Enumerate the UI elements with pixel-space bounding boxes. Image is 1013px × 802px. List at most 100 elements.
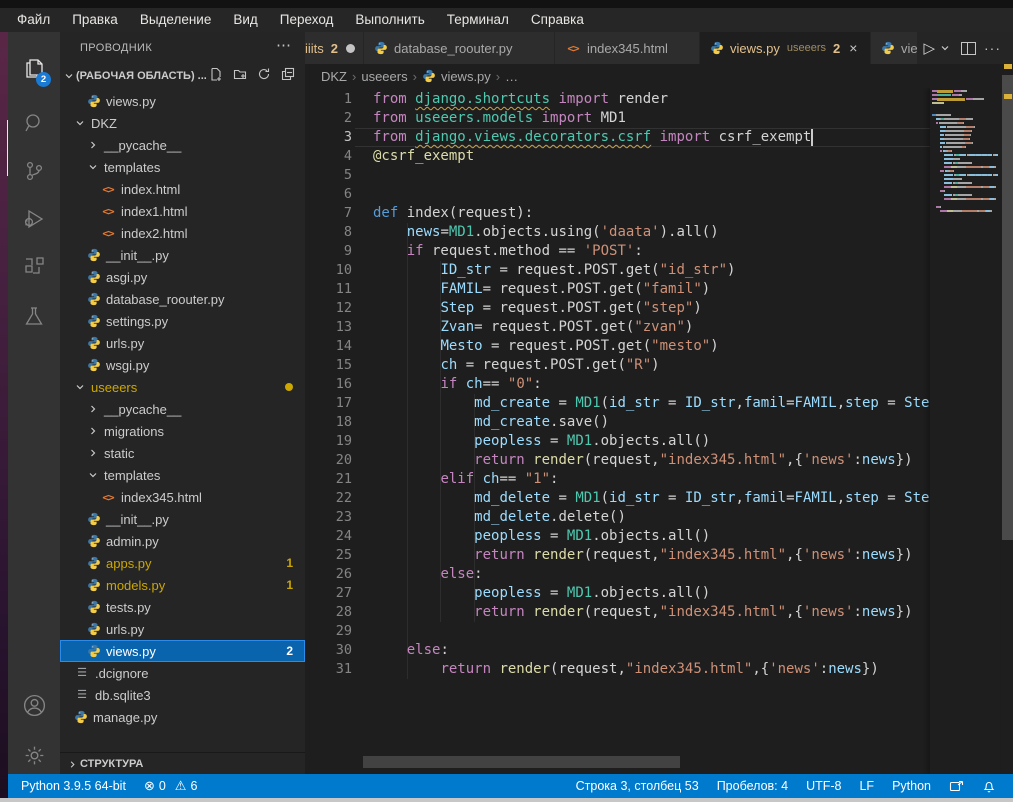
line-number[interactable]: 11 [305, 280, 352, 299]
tree-item-apps.py[interactable]: apps.py1 [60, 552, 305, 574]
code-line[interactable] [373, 622, 930, 641]
code-line[interactable]: return render(request,"index345.html",{'… [373, 660, 930, 679]
horizontal-scrollbar[interactable] [363, 756, 680, 768]
vertical-scrollbar-thumb[interactable] [1002, 75, 1013, 540]
tab-vie[interactable]: vie [871, 32, 917, 64]
line-number[interactable]: 8 [305, 223, 352, 242]
tree-item-db.sqlite3[interactable]: ☰db.sqlite3 [60, 684, 305, 706]
line-number[interactable]: 29 [305, 622, 352, 641]
line-number[interactable]: 24 [305, 527, 352, 546]
settings-gear-icon[interactable] [8, 732, 60, 778]
feedback-icon[interactable] [940, 779, 973, 793]
tree-item-dkz[interactable]: DKZ [60, 112, 305, 134]
tree-item-views.py[interactable]: views.py [60, 90, 305, 112]
workspace-section-header[interactable]: (РАБОЧАЯ ОБЛАСТЬ) ... [60, 64, 305, 88]
line-number[interactable]: 30 [305, 641, 352, 660]
code-line[interactable]: from django.shortcuts import render [373, 90, 930, 109]
account-icon[interactable] [8, 682, 60, 728]
code-line[interactable]: Step = request.POST.get("step") [373, 299, 930, 318]
close-icon[interactable]: × [849, 40, 857, 56]
tree-item--pycache-[interactable]: __pycache__ [60, 398, 305, 420]
menu-переход[interactable]: Переход [269, 8, 345, 32]
run-debug-icon[interactable] [8, 196, 60, 242]
code-line[interactable]: md_create = MD1(id_str = ID_str,famil=FA… [373, 394, 930, 413]
code-line[interactable]: if request.method == 'POST': [373, 242, 930, 261]
explorer-icon[interactable]: 2 [8, 46, 60, 92]
breadcrumb-item-dkz[interactable]: DKZ [321, 69, 347, 84]
line-number[interactable]: 22 [305, 489, 352, 508]
tree-item-manage.py[interactable]: manage.py [60, 706, 305, 728]
code-line[interactable]: md_delete = MD1(id_str = ID_str,famil=FA… [373, 489, 930, 508]
line-number[interactable]: 6 [305, 185, 352, 204]
tree-item-migrations[interactable]: migrations [60, 420, 305, 442]
tab-database-roouter.py[interactable]: database_roouter.py [364, 32, 554, 64]
code-line[interactable]: news=MD1.objects.using('daata').all() [373, 223, 930, 242]
code-line[interactable]: @csrf_exempt [373, 147, 930, 166]
line-number[interactable]: 3 [305, 128, 352, 147]
code-line[interactable]: Mesto = request.POST.get("mesto") [373, 337, 930, 356]
tree-item-settings.py[interactable]: settings.py [60, 310, 305, 332]
line-number[interactable]: 31 [305, 660, 352, 679]
line-number[interactable]: 17 [305, 394, 352, 413]
code-editor[interactable]: 1234567891011121314151617181920212223242… [305, 88, 1013, 774]
menu-файл[interactable]: Файл [6, 8, 61, 32]
breadcrumb-item-views.py[interactable]: views.py [422, 69, 491, 84]
status-item-1[interactable]: Пробелов: 4 [708, 779, 797, 793]
status-item-2[interactable]: UTF-8 [797, 779, 850, 793]
line-number[interactable]: 4 [305, 147, 352, 166]
tree-item--pycache-[interactable]: __pycache__ [60, 134, 305, 156]
source-control-icon[interactable] [8, 148, 60, 194]
run-button[interactable]: ▷ [923, 39, 935, 57]
tree-item-index.html[interactable]: <>index.html [60, 178, 305, 200]
tree-item-index2.html[interactable]: <>index2.html [60, 222, 305, 244]
tab-iiits[interactable]: iiits2 [305, 32, 363, 64]
code-line[interactable]: from useeers.models import MD1 [373, 109, 930, 128]
line-number[interactable]: 20 [305, 451, 352, 470]
tree-item-wsgi.py[interactable]: wsgi.py [60, 354, 305, 376]
code-line[interactable]: peopless = MD1.objects.all() [373, 584, 930, 603]
line-number-gutter[interactable]: 1234567891011121314151617181920212223242… [305, 90, 352, 679]
testing-icon[interactable] [8, 294, 60, 340]
tree-item-.dcignore[interactable]: ☰.dcignore [60, 662, 305, 684]
tree-item-static[interactable]: static [60, 442, 305, 464]
breadcrumb-item-useeers[interactable]: useeers [361, 69, 407, 84]
code-line[interactable] [373, 166, 930, 185]
menu-правка[interactable]: Правка [61, 8, 129, 32]
status-item-0[interactable]: Строка 3, столбец 53 [567, 779, 708, 793]
line-number[interactable]: 2 [305, 109, 352, 128]
code-line[interactable] [373, 185, 930, 204]
line-number[interactable]: 14 [305, 337, 352, 356]
code-line[interactable]: peopless = MD1.objects.all() [373, 527, 930, 546]
more-actions-icon[interactable]: ··· [980, 40, 1005, 56]
line-number[interactable]: 13 [305, 318, 352, 337]
problems-status[interactable]: ⊗ 0 ⚠ 6 [135, 778, 206, 794]
split-editor-icon[interactable] [961, 42, 976, 55]
code-line[interactable]: md_create.save() [373, 413, 930, 432]
menu-вид[interactable]: Вид [222, 8, 268, 32]
code-line[interactable]: return render(request,"index345.html",{'… [373, 546, 930, 565]
menu-справка[interactable]: Справка [520, 8, 595, 32]
tree-item-templates[interactable]: templates [60, 464, 305, 486]
status-item-4[interactable]: Python [883, 779, 940, 793]
minimap[interactable] [930, 88, 1000, 774]
tree-item-admin.py[interactable]: admin.py [60, 530, 305, 552]
line-number[interactable]: 26 [305, 565, 352, 584]
line-number[interactable]: 27 [305, 584, 352, 603]
run-dropdown-icon[interactable] [939, 43, 951, 53]
tree-item-urls.py[interactable]: urls.py [60, 332, 305, 354]
code-line[interactable]: FAMIL= request.POST.get("famil") [373, 280, 930, 299]
sidebar-more-icon[interactable]: ⋯ [276, 36, 291, 54]
tree-item-asgi.py[interactable]: asgi.py [60, 266, 305, 288]
line-number[interactable]: 10 [305, 261, 352, 280]
code-line[interactable]: md_delete.delete() [373, 508, 930, 527]
menu-выполнить[interactable]: Выполнить [344, 8, 435, 32]
tree-item-index1.html[interactable]: <>index1.html [60, 200, 305, 222]
new-folder-icon[interactable] [233, 67, 247, 86]
code-line[interactable]: Zvan= request.POST.get("zvan") [373, 318, 930, 337]
line-number[interactable]: 21 [305, 470, 352, 489]
tree-item-urls.py[interactable]: urls.py [60, 618, 305, 640]
code-line[interactable]: else: [373, 565, 930, 584]
line-number[interactable]: 15 [305, 356, 352, 375]
line-number[interactable]: 28 [305, 603, 352, 622]
line-number[interactable]: 19 [305, 432, 352, 451]
